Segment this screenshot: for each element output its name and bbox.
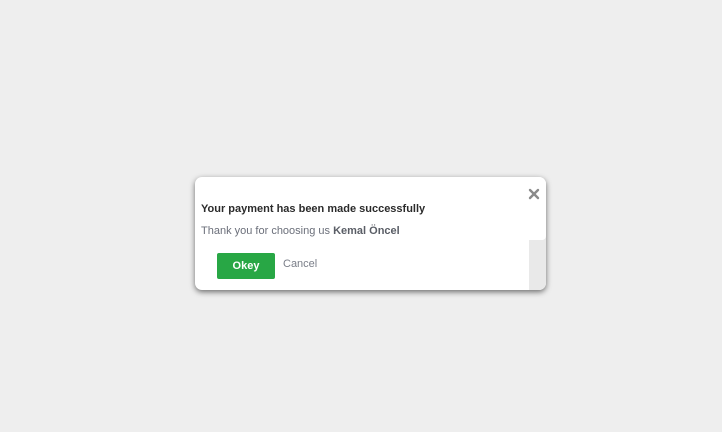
cancel-button[interactable]: Cancel — [283, 258, 317, 270]
customer-name: Kemal Öncel — [333, 225, 400, 237]
dialog-message: Thank you for choosing us Kemal Öncel — [201, 225, 400, 237]
okey-button[interactable]: Okey — [217, 253, 275, 279]
close-icon — [528, 188, 540, 200]
dialog-title: Your payment has been made successfully — [201, 203, 426, 215]
close-button[interactable] — [527, 187, 541, 201]
message-text: Thank you for choosing us — [201, 225, 334, 237]
payment-success-dialog: Your payment has been made successfully … — [195, 177, 546, 290]
